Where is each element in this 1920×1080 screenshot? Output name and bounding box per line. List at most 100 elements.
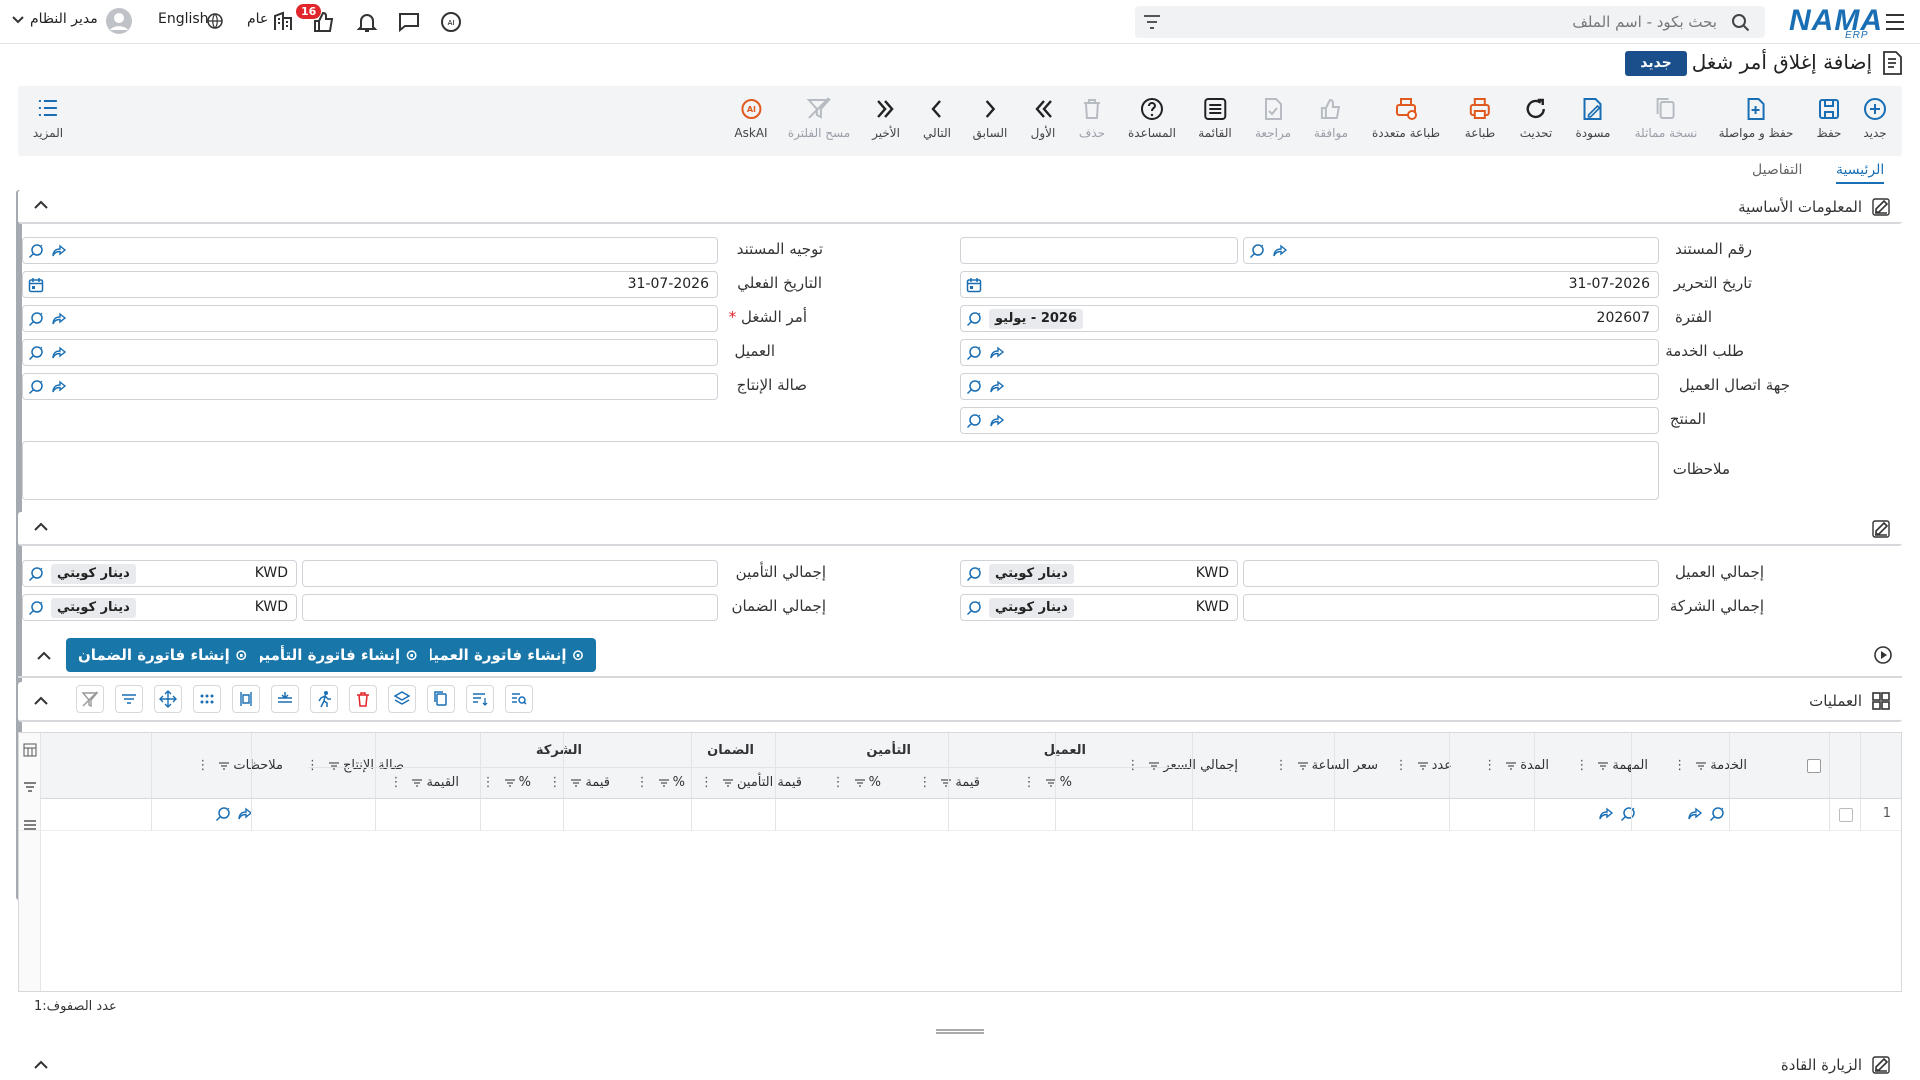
lookup-icon[interactable] — [28, 600, 44, 616]
doc-direction-field[interactable] — [22, 237, 718, 264]
insert-row-button[interactable] — [271, 685, 299, 713]
last-button[interactable]: الأخير — [872, 96, 900, 140]
tab-details[interactable]: التفاصيل — [1752, 162, 1802, 178]
column-warranty[interactable]: الضمان — [707, 743, 754, 758]
copy-button[interactable]: نسخة مماثلة — [1635, 96, 1697, 140]
insurance-total-amount-field[interactable] — [302, 560, 718, 587]
doc-number-extra-field[interactable] — [960, 237, 1238, 264]
lookup-icon[interactable] — [28, 243, 44, 259]
run-button[interactable] — [310, 685, 338, 713]
row-checkbox[interactable] — [1839, 808, 1853, 822]
open-link-icon[interactable] — [51, 379, 67, 395]
open-link-icon[interactable] — [51, 311, 67, 327]
column-menu-icon[interactable]: ⋮ — [482, 775, 501, 790]
column-filter-icon[interactable] — [1414, 758, 1432, 773]
clear-filter-button[interactable] — [76, 685, 104, 713]
doc-number-field[interactable] — [1243, 237, 1659, 264]
open-link-icon[interactable] — [1687, 806, 1703, 822]
edit-date-field[interactable]: 31-07-2026 — [960, 271, 1659, 298]
assistant-icon[interactable]: AI — [439, 10, 463, 34]
column-customer[interactable]: العميل — [1044, 743, 1086, 758]
select-all-checkbox[interactable] — [1807, 759, 1821, 773]
lookup-icon[interactable] — [1249, 243, 1265, 259]
lookup-icon[interactable] — [28, 379, 44, 395]
lookup-icon[interactable] — [966, 600, 982, 616]
open-link-icon[interactable] — [989, 379, 1005, 395]
lookup-icon[interactable] — [966, 345, 982, 361]
company-total-currency-field[interactable]: KWD دينار كويتي — [960, 594, 1238, 621]
columns-icon[interactable] — [23, 743, 37, 757]
column-insurance-percent[interactable]: %⋮ — [832, 775, 881, 790]
customer-total-currency-field[interactable]: KWD دينار كويتي — [960, 560, 1238, 587]
lookup-icon[interactable] — [215, 806, 231, 822]
collapse-chevron-icon[interactable] — [34, 522, 48, 531]
column-company-percent[interactable]: %⋮ — [482, 775, 531, 790]
column-filter-icon[interactable] — [1594, 758, 1612, 773]
search-icon[interactable] — [1731, 13, 1751, 33]
help-button[interactable]: المساعدة — [1128, 96, 1176, 140]
draft-button[interactable]: مسودة — [1576, 96, 1610, 140]
print-button[interactable]: طباعة — [1465, 96, 1495, 140]
play-circle-icon[interactable] — [1874, 646, 1892, 664]
column-menu-icon[interactable]: ⋮ — [389, 775, 408, 790]
lookup-icon[interactable] — [28, 311, 44, 327]
service-request-field[interactable] — [960, 339, 1659, 366]
warranty-total-amount-field[interactable] — [302, 594, 718, 621]
copy-button[interactable] — [427, 685, 455, 713]
next-button[interactable]: التالي — [923, 96, 951, 140]
collapse-chevron-icon[interactable] — [34, 1060, 48, 1069]
search-input[interactable]: بحث بكود - اسم الملف — [1135, 6, 1765, 38]
create-insurance-invoice-button[interactable]: إنشاء فاتورة التأمين ⊙ — [239, 638, 430, 672]
lookup-icon[interactable] — [1709, 806, 1725, 822]
filter-icon[interactable] — [23, 781, 37, 793]
filter-icon[interactable] — [1143, 14, 1161, 30]
sort-button[interactable] — [466, 685, 494, 713]
column-filter-icon[interactable] — [1502, 758, 1520, 773]
lookup-icon[interactable] — [966, 379, 982, 395]
customer-total-amount-field[interactable] — [1243, 560, 1659, 587]
column-menu-icon[interactable]: ⋮ — [1126, 758, 1145, 773]
column-task[interactable]: المهمة⋮ — [1575, 758, 1648, 773]
table-row[interactable]: 1 — [19, 799, 1901, 831]
column-menu-icon[interactable]: ⋮ — [1275, 758, 1294, 773]
hamburger-menu-icon[interactable] — [1884, 12, 1906, 32]
column-filter-icon[interactable] — [851, 775, 869, 790]
chat-icon[interactable] — [397, 10, 421, 34]
calendar-icon[interactable] — [966, 277, 982, 293]
collapse-chevron-icon[interactable] — [37, 651, 51, 660]
tab-main[interactable]: الرئيسية — [1836, 162, 1885, 184]
fit-columns-button[interactable] — [232, 685, 260, 713]
lookup-icon[interactable] — [966, 413, 982, 429]
more-button[interactable]: المزيد — [33, 96, 63, 140]
delete-button[interactable]: حذف — [1079, 96, 1105, 140]
column-filter-icon[interactable] — [325, 758, 343, 773]
clear-filter-button[interactable]: مسح الفلترة — [788, 96, 850, 140]
multi-print-button[interactable]: طباعة متعددة — [1372, 96, 1440, 140]
previous-button[interactable]: السابق — [973, 96, 1007, 140]
open-link-icon[interactable] — [51, 345, 67, 361]
leader-visit-section-header[interactable]: الزيارة القادة — [18, 1046, 1902, 1080]
customer-field[interactable] — [22, 339, 718, 366]
period-field[interactable]: 202607 2026 - يوليو — [960, 305, 1659, 332]
askai-button[interactable]: AI AskAI — [734, 96, 768, 140]
column-menu-icon[interactable]: ⋮ — [1023, 775, 1042, 790]
first-button[interactable]: الأول — [1030, 96, 1056, 140]
column-menu-icon[interactable]: ⋮ — [548, 775, 567, 790]
refresh-button[interactable]: تحديث — [1520, 96, 1552, 140]
user-name[interactable]: مدير النظام — [30, 11, 98, 27]
notifications-icon[interactable] — [355, 10, 379, 34]
column-notes[interactable]: ملاحظات ⋮ — [196, 758, 283, 773]
column-filter-icon[interactable] — [1145, 758, 1163, 773]
customer-contact-field[interactable] — [960, 373, 1659, 400]
save-continue-button[interactable]: حفظ و مواصلة — [1719, 96, 1793, 140]
column-hour-price[interactable]: سعر الساعة ⋮ — [1275, 758, 1378, 773]
lookup-icon[interactable] — [28, 345, 44, 361]
open-link-icon[interactable] — [989, 345, 1005, 361]
review-button[interactable]: مراجعة — [1255, 96, 1291, 140]
save-button[interactable]: حفظ — [1816, 96, 1842, 140]
column-filter-icon[interactable] — [408, 775, 426, 790]
column-filter-icon[interactable] — [1692, 758, 1710, 773]
create-customer-invoice-button[interactable]: إنشاء فاتورة العميل ⊙ — [408, 638, 597, 672]
column-total-price[interactable]: إجمالي السعر ⋮ — [1126, 758, 1238, 773]
actual-date-field[interactable]: 31-07-2026 — [22, 271, 718, 298]
